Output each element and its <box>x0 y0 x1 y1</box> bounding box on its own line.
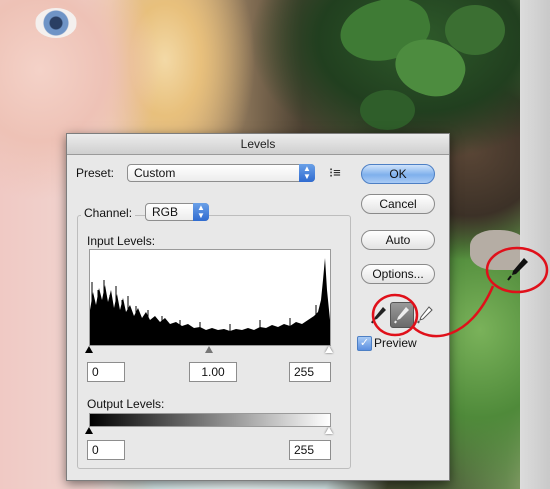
ok-button[interactable]: OK <box>361 164 435 184</box>
output-white-slider[interactable] <box>325 427 333 434</box>
dialog-title[interactable]: Levels <box>67 134 449 155</box>
input-gamma-field[interactable]: 1.00 <box>189 362 237 382</box>
preset-label: Preset: <box>76 166 115 180</box>
black-point-eyedropper-icon[interactable] <box>369 304 389 326</box>
channel-label: Channel: <box>81 206 136 220</box>
output-gradient <box>89 413 331 427</box>
cancel-button[interactable]: Cancel <box>361 194 435 214</box>
histogram-graph <box>90 258 330 345</box>
auto-button[interactable]: Auto <box>361 230 435 250</box>
leaf-image <box>445 5 505 55</box>
histogram <box>89 249 331 346</box>
white-point-eyedropper-icon[interactable] <box>415 304 435 326</box>
select-arrows-icon: ▲ ▼ <box>299 164 315 182</box>
output-black-field[interactable]: 0 <box>87 440 125 460</box>
input-levels-label: Input Levels: <box>87 234 156 248</box>
preview-label: Preview <box>374 336 417 350</box>
input-white-field[interactable]: 255 <box>289 362 331 382</box>
canvas-edge <box>520 0 550 489</box>
output-white-field[interactable]: 255 <box>289 440 331 460</box>
levels-dialog: Levels Preset: Custom ▲ ▼ ⁝≡ Channel: RGB… <box>66 133 450 481</box>
channel-select[interactable]: RGB ▲ ▼ <box>145 203 209 221</box>
output-levels-label: Output Levels: <box>87 397 165 411</box>
preset-select[interactable]: Custom ▲ ▼ <box>127 164 315 182</box>
preset-options-icon[interactable]: ⁝≡ <box>329 165 341 181</box>
leaf-image <box>360 90 415 130</box>
output-black-slider[interactable] <box>85 427 93 434</box>
eyedropper-tools <box>369 302 433 328</box>
preview-checkbox[interactable]: ✓ <box>357 336 372 351</box>
gray-point-eyedropper-icon[interactable] <box>390 302 414 328</box>
input-black-field[interactable]: 0 <box>87 362 125 382</box>
input-gamma-slider[interactable] <box>205 346 213 353</box>
select-arrows-icon: ▲ ▼ <box>193 203 209 221</box>
preset-value: Custom <box>134 166 176 180</box>
options-button[interactable]: Options... <box>361 264 435 284</box>
input-black-slider[interactable] <box>85 346 93 353</box>
channel-value: RGB <box>152 205 179 219</box>
input-white-slider[interactable] <box>325 346 333 353</box>
child-eye-image <box>35 8 77 38</box>
